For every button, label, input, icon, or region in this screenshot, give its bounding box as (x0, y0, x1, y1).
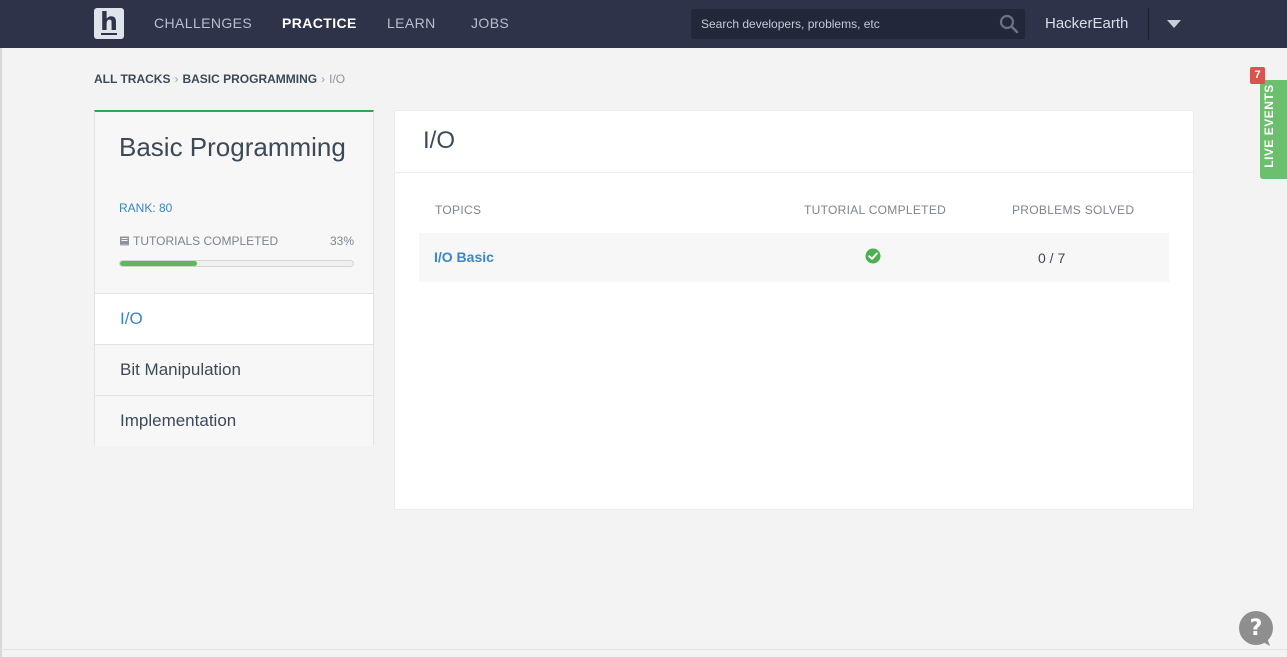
panel-divider (395, 172, 1193, 173)
tutorials-progress-fill (120, 261, 197, 266)
subtopic-io[interactable]: I/O (95, 293, 373, 344)
footer-divider (0, 649, 1287, 650)
nav-link-learn[interactable]: LEARN (387, 15, 436, 31)
topics-panel: I/O TOPICS TUTORIAL COMPLETED PROBLEMS S… (394, 110, 1194, 510)
hackerearth-logo[interactable]: h (94, 8, 124, 39)
breadcrumb: ALL TRACKS › BASIC PROGRAMMING › I/O (94, 72, 345, 86)
nav-link-challenges[interactable]: CHALLENGES (154, 15, 252, 31)
track-title: Basic Programming (119, 132, 346, 162)
page-left-edge (0, 48, 2, 657)
tutorials-progress-bar (119, 260, 354, 267)
subtopic-implementation[interactable]: Implementation (95, 395, 373, 446)
breadcrumb-separator: › (174, 72, 179, 86)
chevron-down-icon[interactable] (1167, 20, 1181, 29)
tutorials-completed-percent: 33% (329, 234, 354, 248)
nav-link-jobs[interactable]: JOBS (471, 15, 509, 31)
column-header-tutorial-completed: TUTORIAL COMPLETED (804, 203, 947, 217)
live-events-label[interactable]: LIVE EVENTS (1262, 78, 1276, 174)
track-card: Basic Programming RANK: 80 TUTORIALS COM… (94, 110, 374, 446)
breadcrumb-current: I/O (329, 72, 346, 86)
panel-title: I/O (423, 127, 456, 154)
live-events-badge: 7 (1250, 67, 1265, 84)
column-header-problems-solved: PROBLEMS SOLVED (1012, 203, 1135, 217)
help-icon[interactable]: ? (1237, 610, 1275, 648)
breadcrumb-all-tracks[interactable]: ALL TRACKS (94, 72, 170, 86)
svg-text:?: ? (1250, 616, 1263, 641)
search-input[interactable] (691, 9, 991, 39)
table-row: I/O Basic 0 / 7 (419, 233, 1169, 282)
user-name[interactable]: HackerEarth (1045, 15, 1128, 32)
subtopic-bit-manipulation[interactable]: Bit Manipulation (95, 344, 373, 395)
top-navbar: h CHALLENGES PRACTICE LEARN JOBS HackerE… (0, 0, 1287, 48)
track-rank: RANK: 80 (119, 201, 173, 215)
breadcrumb-separator: › (321, 72, 326, 86)
subtopic-list: I/O Bit Manipulation Implementation (95, 293, 373, 446)
check-circle-icon (865, 248, 881, 264)
tutorials-completed-text: TUTORIALS COMPLETED (133, 234, 279, 248)
tutorials-completed-label: TUTORIALS COMPLETED (119, 234, 278, 248)
topic-link-io-basic[interactable]: I/O Basic (434, 249, 494, 265)
nav-link-practice[interactable]: PRACTICE (282, 15, 357, 31)
nav-divider (1148, 8, 1149, 40)
search-icon[interactable] (999, 14, 1019, 34)
search-box (691, 9, 1025, 39)
column-header-topics: TOPICS (435, 203, 482, 217)
book-icon (120, 236, 129, 246)
breadcrumb-basic-programming[interactable]: BASIC PROGRAMMING (182, 72, 317, 86)
problems-solved-count: 0 / 7 (1038, 250, 1066, 266)
